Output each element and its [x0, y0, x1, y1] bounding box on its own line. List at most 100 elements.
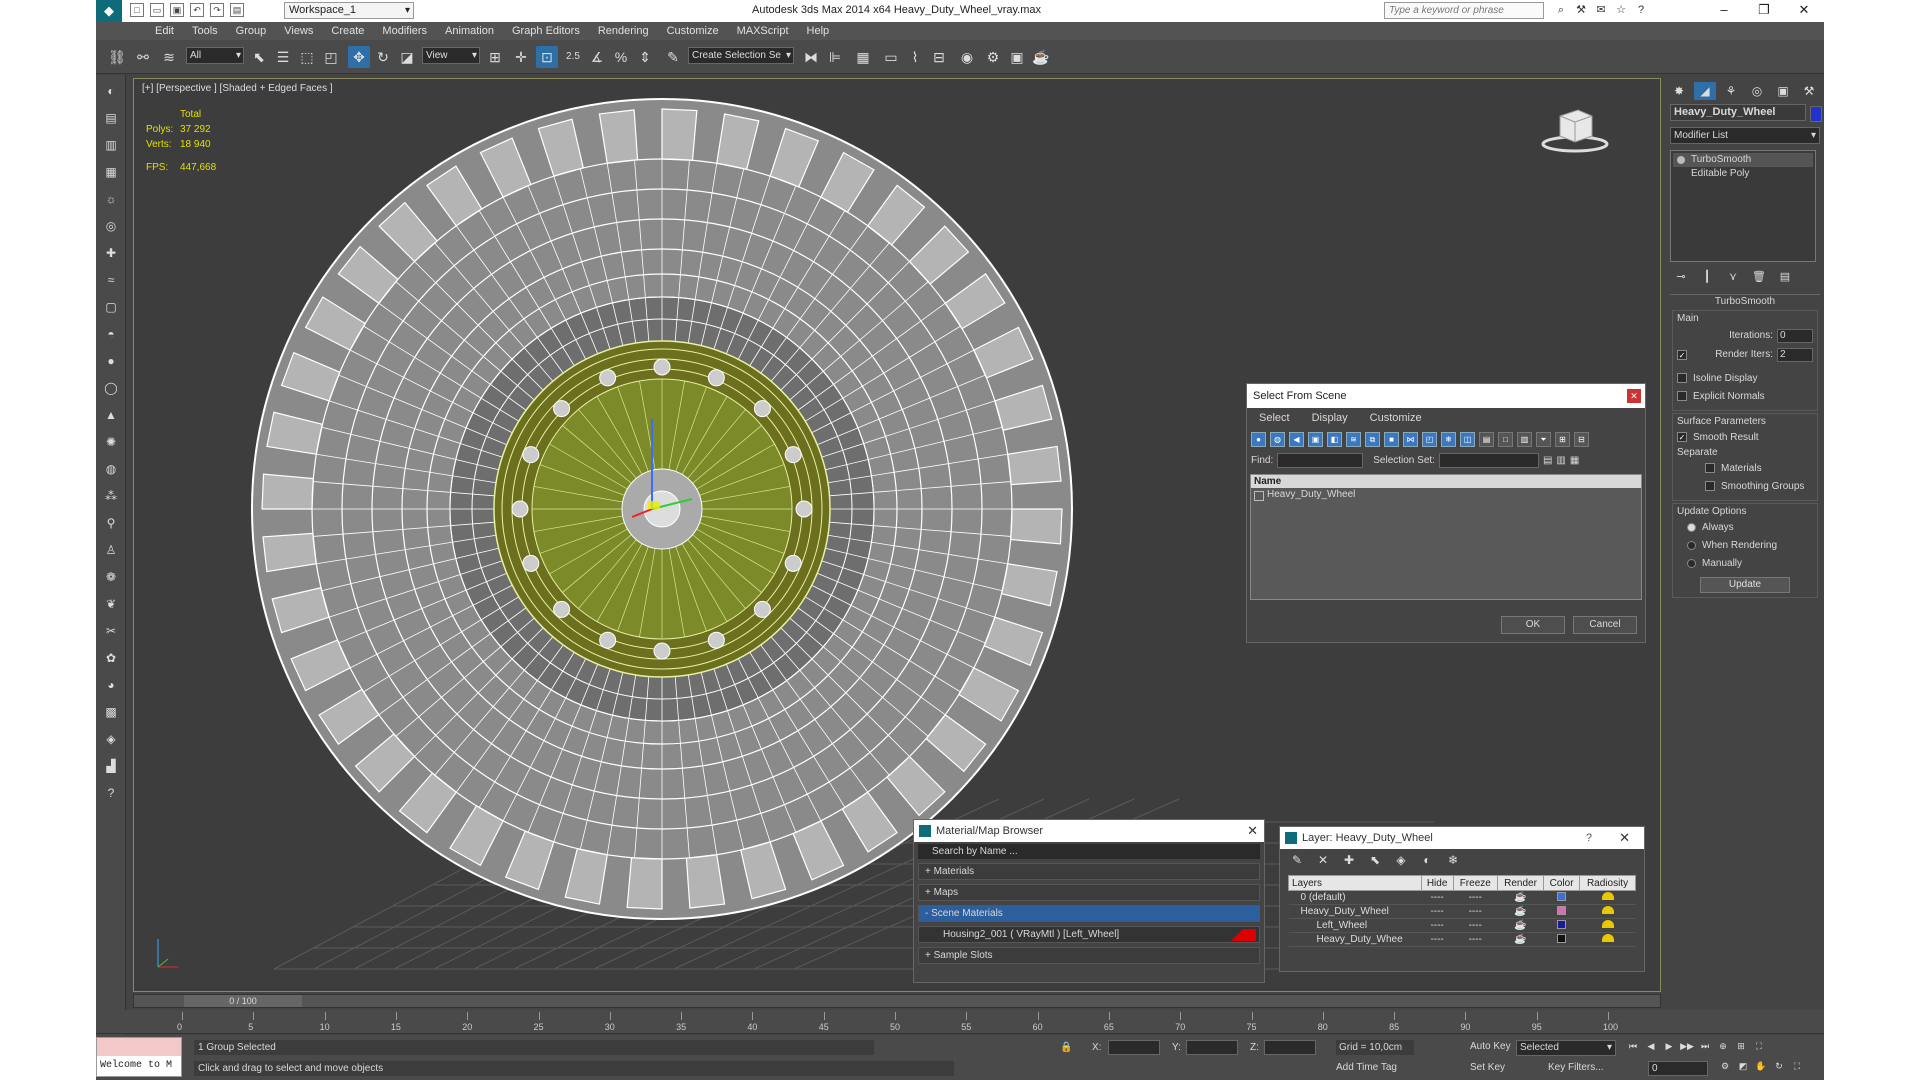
hair-icon[interactable]: ✂ — [100, 620, 122, 642]
z-coordinate-input[interactable] — [1264, 1040, 1316, 1055]
layer-name[interactable]: Left_Wheel — [1288, 918, 1422, 933]
render-iters-spinner[interactable]: 2 — [1777, 347, 1813, 362]
biped-icon[interactable]: ♙ — [100, 539, 122, 561]
ok-button[interactable]: OK — [1501, 616, 1565, 634]
help-icon[interactable]: ? — [1634, 3, 1648, 17]
layer-name[interactable]: Heavy_Duty_Whee — [1288, 932, 1422, 947]
viewport-label[interactable]: [+] [Perspective ] [Shaded + Edged Faces… — [142, 83, 333, 94]
time-config-icon[interactable]: ⚙ — [1718, 1061, 1732, 1075]
torus-icon[interactable]: ◯ — [100, 377, 122, 399]
col-layers[interactable]: Layers — [1288, 875, 1422, 891]
sample-slots-group[interactable]: + Sample Slots — [918, 947, 1260, 964]
modify-tab-icon[interactable]: ◢ — [1694, 82, 1716, 100]
foliage-icon[interactable]: ❦ — [100, 593, 122, 615]
name-column-header[interactable]: Name — [1251, 475, 1641, 488]
sfs-menu-display[interactable]: Display — [1312, 408, 1348, 428]
edit-named-selection-icon[interactable]: ✎ — [662, 46, 684, 68]
save-file-icon[interactable]: ▣ — [170, 3, 184, 17]
lightbulb-icon[interactable] — [1677, 156, 1685, 164]
modifier-list-dropdown[interactable]: Modifier List — [1670, 127, 1820, 144]
x-coordinate-input[interactable] — [1108, 1040, 1160, 1055]
table-row[interactable]: Left_Wheel ---- ---- ☕ — [1288, 918, 1636, 933]
key-mode-dropdown[interactable]: Selected — [1516, 1040, 1616, 1056]
zoom-icon[interactable]: ⊕ — [1716, 1039, 1730, 1053]
layer-color-cell[interactable] — [1543, 918, 1580, 933]
scene-materials-group[interactable]: - Scene Materials — [918, 905, 1260, 922]
curve-editor-icon[interactable]: ⌇ — [904, 46, 926, 68]
stack-item-turbosmooth[interactable]: TurboSmooth — [1673, 153, 1813, 167]
link-icon[interactable]: ⛓ — [106, 46, 128, 68]
pin-stack-icon[interactable]: ⊸ — [1674, 270, 1688, 284]
hide-all-icon[interactable]: ◐ — [1420, 853, 1434, 867]
hierarchy-tab-icon[interactable]: ⚘ — [1720, 82, 1742, 100]
menu-graph-editors[interactable]: Graph Editors — [503, 22, 589, 40]
menu-views[interactable]: Views — [275, 22, 322, 40]
dome-icon[interactable]: ◓ — [100, 323, 122, 345]
dialog-title[interactable]: Select From Scene ✕ — [1247, 384, 1645, 408]
materials-checkbox[interactable] — [1705, 463, 1715, 474]
show-end-result-icon[interactable]: ┃ — [1700, 270, 1714, 284]
field-of-view-icon[interactable]: ◩ — [1736, 1061, 1750, 1075]
angle-snap-icon[interactable]: ∡ — [586, 46, 608, 68]
rect-selection-icon[interactable]: ⬚ — [296, 46, 318, 68]
go-to-end-icon[interactable]: ⏭ — [1698, 1039, 1712, 1053]
display-none-icon[interactable]: □ — [1498, 431, 1513, 447]
shapes-filter-icon[interactable]: ◍ — [1270, 431, 1285, 447]
bind-space-warp-icon[interactable]: ≋ — [158, 46, 180, 68]
pivot-center-icon[interactable]: ⊞ — [484, 46, 506, 68]
layer-color-cell[interactable] — [1543, 932, 1580, 947]
when-rendering-radio[interactable] — [1687, 540, 1696, 550]
orbit-icon[interactable]: ↻ — [1772, 1061, 1786, 1075]
auto-key-button[interactable]: Auto Key — [1470, 1041, 1511, 1052]
display-all-icon[interactable]: ▤ — [1479, 431, 1494, 447]
maxscript-listener[interactable]: Welcome to M — [96, 1037, 182, 1077]
utilities-tab-icon[interactable]: ⚒ — [1798, 82, 1820, 100]
particle-icon[interactable]: ⁂ — [100, 485, 122, 507]
snap-toggle-icon[interactable]: 2.5 — [562, 46, 584, 68]
select-by-name-icon[interactable]: ☰ — [272, 46, 294, 68]
key-filters-button[interactable]: Key Filters... — [1548, 1062, 1604, 1073]
menu-rendering[interactable]: Rendering — [589, 22, 658, 40]
subscription-icon[interactable]: ⚒ — [1574, 3, 1588, 17]
close-icon[interactable]: ✕ — [1627, 389, 1641, 403]
maps-group[interactable]: + Maps — [918, 884, 1260, 901]
search-by-name-input[interactable]: Search by Name ... — [918, 844, 1260, 859]
smooth-result-checkbox[interactable]: ✓ — [1677, 432, 1687, 443]
select-in-layer-icon[interactable]: ⬉ — [1368, 853, 1382, 867]
add-time-tag-button[interactable]: Add Time Tag — [1336, 1062, 1397, 1073]
render-teapot-icon[interactable]: ☕ — [1030, 46, 1052, 68]
undo-icon[interactable]: ↶ — [190, 3, 204, 17]
color-swatch[interactable] — [1557, 891, 1567, 901]
menu-customize[interactable]: Customize — [658, 22, 728, 40]
render-teapot-icon[interactable]: ☕ — [1497, 918, 1544, 933]
3dsmax-logo-icon[interactable]: ◆ — [96, 0, 122, 22]
menu-create[interactable]: Create — [322, 22, 373, 40]
viewcube-icon[interactable] — [1540, 104, 1610, 154]
motion-tab-icon[interactable]: ◎ — [1746, 82, 1768, 100]
invert-display-icon[interactable]: ▥ — [1517, 431, 1532, 447]
selection-filter-dropdown[interactable]: All — [186, 47, 244, 64]
favorites-star-icon[interactable]: ☆ — [1614, 3, 1628, 17]
cameras-filter-icon[interactable]: ▣ — [1308, 431, 1323, 447]
reference-coordinate-dropdown[interactable]: View — [422, 47, 480, 64]
unlink-icon[interactable]: ⚯ — [132, 46, 154, 68]
viewport-tool-icon-3[interactable]: ▥ — [100, 134, 122, 156]
delete-layer-icon[interactable]: ✕ — [1316, 853, 1330, 867]
color-swatch[interactable] — [1557, 919, 1567, 929]
viewport-tool-icon-4[interactable]: ▦ — [100, 161, 122, 183]
object-color-swatch[interactable] — [1810, 106, 1822, 122]
table-row[interactable]: Heavy_Duty_Whee ---- ---- ☕ — [1288, 932, 1636, 947]
spacewarp-icon[interactable]: ≈ — [100, 269, 122, 291]
keyword-search-input[interactable]: Type a keyword or phrase — [1384, 2, 1544, 19]
minimize-button[interactable]: – — [1704, 0, 1744, 22]
dialog-title[interactable]: Material/Map Browser ✕ — [914, 820, 1264, 842]
box-icon[interactable]: ▢ — [100, 296, 122, 318]
go-to-start-icon[interactable]: ⏮ — [1626, 1039, 1640, 1053]
sfs-menu-select[interactable]: Select — [1259, 408, 1290, 428]
select-all-icon[interactable]: ▥ — [1556, 455, 1565, 466]
mirror-icon[interactable]: ⧓ — [800, 46, 822, 68]
close-button[interactable]: ✕ — [1784, 0, 1824, 22]
spacewarps-filter-icon[interactable]: ≋ — [1346, 431, 1361, 447]
select-object-icon[interactable]: ⬉ — [248, 46, 270, 68]
stack-item-editable-poly[interactable]: Editable Poly — [1673, 167, 1813, 181]
